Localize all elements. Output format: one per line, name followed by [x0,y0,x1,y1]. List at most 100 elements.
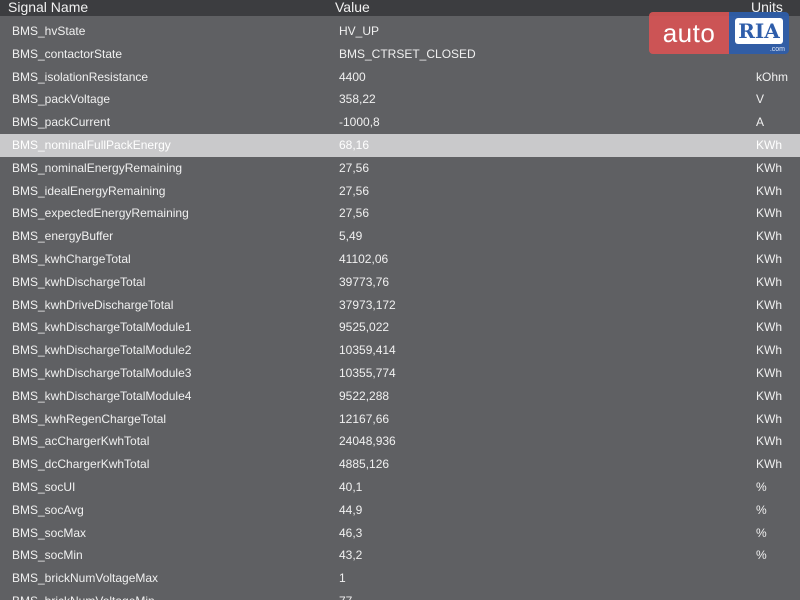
signal-value-cell: 27,56 [339,206,370,221]
signal-value-cell: 37973,172 [339,297,396,312]
signal-name-cell: BMS_isolationResistance [12,69,149,84]
signal-name-cell: BMS_socMin [12,548,83,563]
signal-name-cell: BMS_socMax [12,525,87,540]
table-row[interactable]: BMS_nominalFullPackEnergy 68,16 KWh [0,133,800,157]
signal-unit-cell: KWh [756,320,783,335]
watermark-domain-text: .com [769,46,785,53]
table-row[interactable]: BMS_kwhRegenChargeTotal 12167,66 KWh [0,408,800,431]
signal-unit-cell: KWh [756,343,783,358]
signal-table-body: BMS_hvState HV_UP BMS_contactorState BMS_CT… [0,20,800,600]
signal-name-cell: BMS_kwhDischargeTotal [12,274,146,289]
signal-unit-cell: KWh [756,365,783,380]
signal-name-cell: BMS_socUI [12,479,76,494]
signal-name-cell: BMS_kwhRegenChargeTotal [12,411,167,426]
signal-value-cell: 4885,126 [339,457,390,472]
table-row[interactable]: BMS_nominalEnergyRemaining 27,56 KWh [0,157,800,180]
signal-value-cell: 5,49 [339,229,363,244]
signal-value-cell: 41102,06 [339,251,389,266]
signal-unit-cell: KWh [756,457,783,472]
signal-unit-cell: % [756,525,767,540]
signal-value-cell: 10355,774 [339,365,396,380]
signal-value-cell: 27,56 [339,160,370,175]
table-row[interactable]: BMS_kwhDischargeTotalModule4 9522,288 KWh [0,385,800,408]
table-row[interactable]: BMS_energyBuffer 5,49 KWh [0,225,800,248]
signal-value-cell: 358,22 [339,92,376,107]
table-row[interactable]: BMS_dcChargerKwhTotal 4885,126 KWh [0,453,800,476]
table-row[interactable]: BMS_socUI 40,1% [0,476,800,499]
signal-name-cell: BMS_kwhDischargeTotalModule1 [12,320,192,335]
signal-unit-cell: KWh [756,297,783,312]
signal-unit-cell: KWh [756,137,783,152]
table-row[interactable]: BMS_isolationResistance 4400 kOhm [0,66,800,89]
signal-unit-cell: A [756,115,765,130]
signal-name-cell: BMS_socAvg [12,502,84,517]
signal-name-cell: BMS_packCurrent [12,115,111,130]
table-row[interactable]: BMS_acChargerKwhTotal 24048,936 KWh [0,430,800,453]
table-row[interactable]: BMS_kwhDischargeTotalModule1 9525,022 KWh [0,316,800,339]
table-row[interactable]: BMS_socMin 43,2% [0,544,800,567]
table-row[interactable]: BMS_socAvg 44,9% [0,499,800,522]
signal-name-cell: BMS_idealEnergyRemaining [12,183,166,198]
signal-value-cell: 39773,76 [339,274,390,289]
signal-unit-cell: V [756,92,765,107]
table-row[interactable]: BMS_kwhDischargeTotal 39773,76 KWh [0,271,800,294]
signal-value-cell: 44,9 [339,502,363,517]
signal-unit-cell: % [756,548,767,563]
signal-unit-cell: KWh [756,160,783,175]
table-row[interactable]: BMS_idealEnergyRemaining 27,56 KWh [0,180,800,203]
signal-value-cell: 9525,022 [339,320,390,335]
signal-name-cell: BMS_hvState [12,24,86,38]
signal-name-cell: BMS_kwhDischargeTotalModule2 [12,343,192,358]
table-row[interactable]: BMS_kwhDischargeTotalModule2 10359,414 KWh [0,339,800,362]
table-row[interactable]: BMS_brickNumVoltageMax 1 [0,567,800,590]
table-row[interactable]: BMS_kwhDischargeTotalModule3 10355,774 KWh [0,362,800,385]
signal-value-cell: 9522,288 [339,388,390,403]
signal-value-cell: 43,2 [339,548,363,563]
table-row[interactable]: BMS_kwhChargeTotal 41102,06 KWh [0,248,800,271]
signal-name-cell: BMS_contactorState [12,46,123,61]
signal-unit-cell: KWh [756,411,783,426]
signal-unit-cell: % [756,479,767,494]
signal-value-cell: 77 [339,590,352,600]
table-row[interactable]: BMS_packVoltage 358,22 V [0,88,800,111]
table-row[interactable]: BMS_kwhDriveDischargeTotal 37973,172 KWh [0,294,800,317]
signal-name-cell: BMS_kwhDriveDischargeTotal [12,297,174,312]
table-row[interactable]: BMS_brickNumVoltageMin 77 [0,590,800,600]
signal-value-cell: 4400 [339,69,366,84]
watermark-ria-badge: RIA .com [729,12,789,54]
table-row[interactable]: BMS_packCurrent -1000,8 A [0,111,800,134]
signal-value-cell: HV_UP [339,24,380,38]
table-row[interactable]: BMS_expectedEnergyRemaining 27,56 KWh [0,202,800,225]
signal-unit-cell: KWh [756,229,783,244]
signal-name-cell: BMS_nominalEnergyRemaining [12,160,183,175]
signal-value-cell: BMS_CTRSET_CLOSED [339,46,476,61]
signal-unit-cell: KWh [756,251,783,266]
signal-value-cell: 46,3 [339,525,363,540]
signal-unit-cell: KWh [756,434,783,449]
signal-name-cell: BMS_brickNumVoltageMin [12,590,155,600]
column-header-value[interactable]: Value [335,0,370,16]
signal-name-cell: BMS_kwhDischargeTotalModule3 [12,365,192,380]
signal-name-cell: BMS_nominalFullPackEnergy [12,137,171,152]
column-header-signal-name[interactable]: Signal Name [8,0,88,16]
signal-name-cell: BMS_energyBuffer [12,229,114,244]
signal-name-cell: BMS_brickNumVoltageMax [12,571,159,586]
signal-unit-cell: KWh [756,388,783,403]
signal-unit-cell: % [756,502,767,517]
watermark-auto-text: auto [649,12,729,54]
watermark-ria-text: RIA [735,18,783,44]
signal-table-screen: Signal Name Value Units BMS_hvState HV_UP… [0,0,800,600]
signal-unit-cell: KWh [756,206,783,221]
signal-value-cell: 1 [339,571,346,586]
signal-name-cell: BMS_kwhChargeTotal [12,251,131,266]
signal-value-cell: 68,16 [339,137,370,152]
auto-ria-watermark-logo: auto RIA .com [649,12,789,54]
signal-unit-cell: KWh [756,274,783,289]
signal-value-cell: -1000,8 [339,115,380,130]
signal-value-cell: 10359,414 [339,343,396,358]
signal-value-cell: 12167,66 [339,411,390,426]
signal-unit-cell: kOhm [756,69,789,84]
signal-name-cell: BMS_dcChargerKwhTotal [12,457,150,472]
table-row[interactable]: BMS_socMax 46,3% [0,522,800,545]
signal-name-cell: BMS_expectedEnergyRemaining [12,206,189,221]
